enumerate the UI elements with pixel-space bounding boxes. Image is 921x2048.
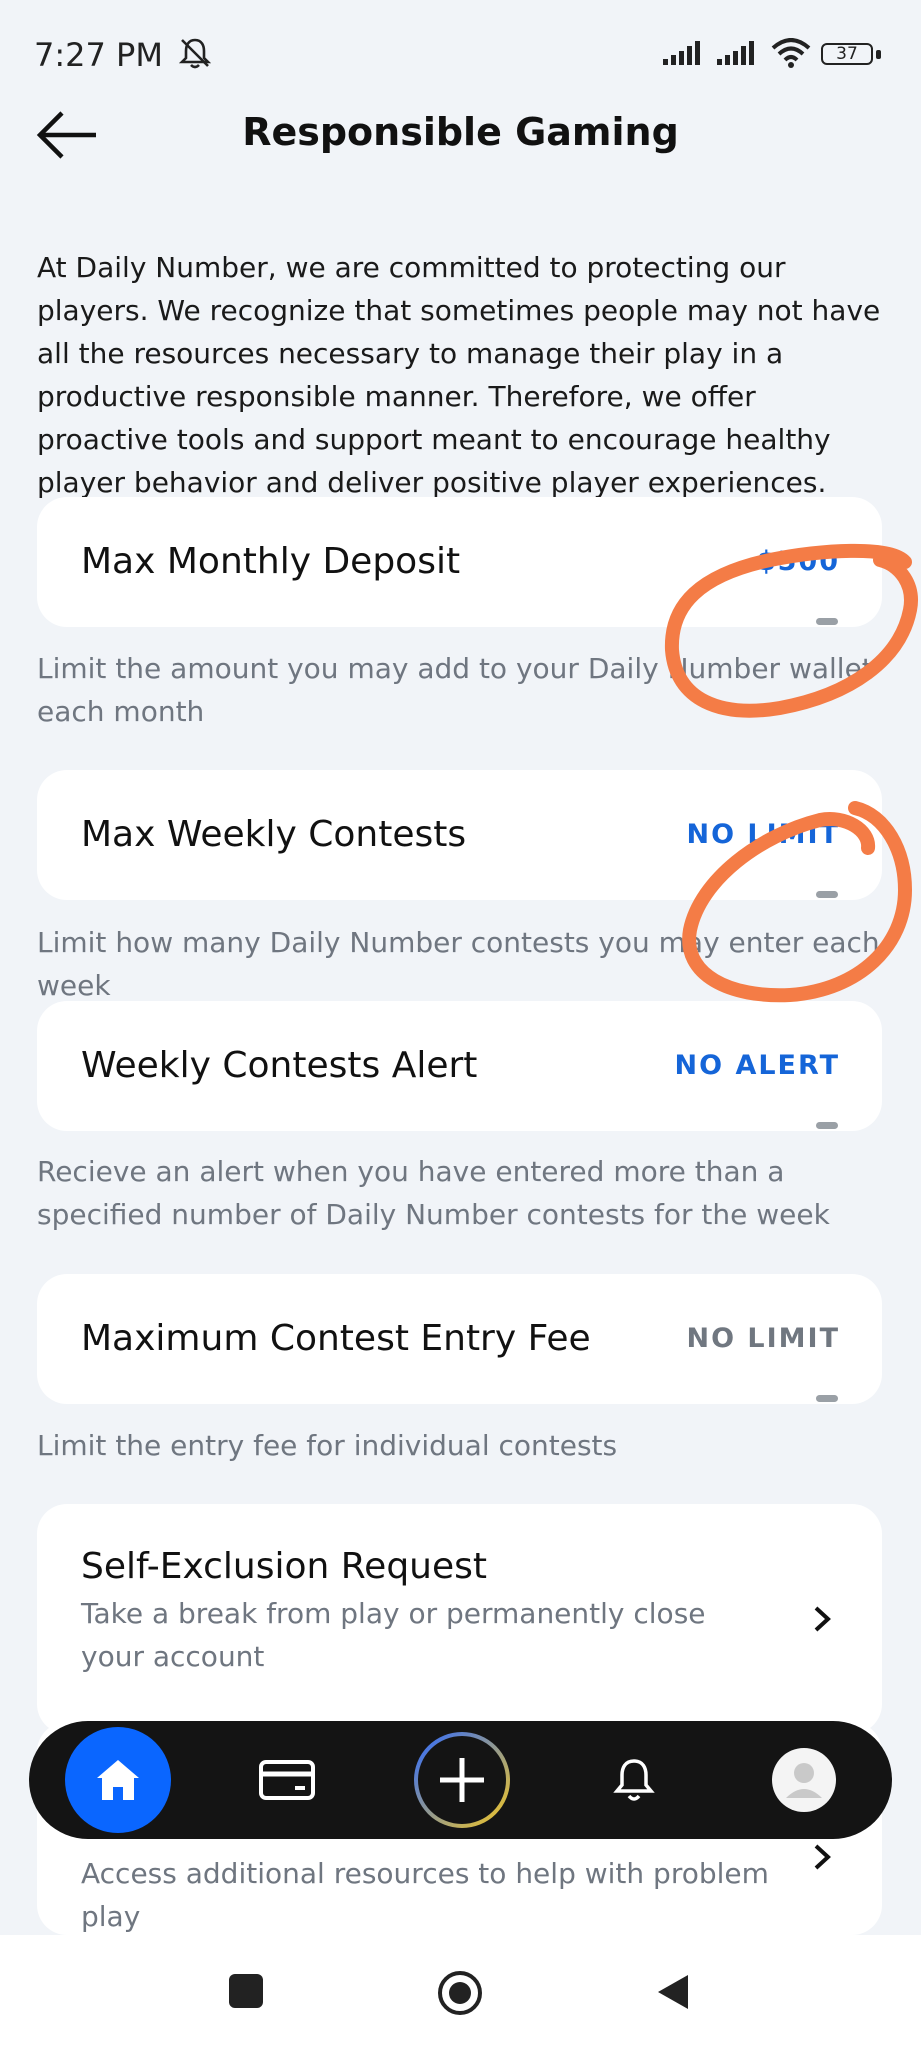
nav-wallet[interactable] <box>239 1732 335 1828</box>
setting-weekly-contests-alert[interactable]: Weekly Contests Alert NO ALERT <box>37 1001 882 1131</box>
page-title: Responsible Gaming <box>242 110 679 154</box>
drag-handle <box>816 891 838 898</box>
setting-value[interactable]: $500 <box>757 497 840 627</box>
setting-description: Limit the entry fee for individual conte… <box>37 1429 618 1462</box>
battery-level: 37 <box>836 44 858 64</box>
setting-max-entry-fee[interactable]: Maximum Contest Entry Fee NO LIMIT <box>37 1274 882 1404</box>
nav-home[interactable] <box>65 1727 171 1833</box>
add-icon <box>414 1732 510 1828</box>
chevron-right-icon <box>814 1844 831 1870</box>
setting-description: Limit the amount you may add to your Dai… <box>37 652 873 728</box>
bell-icon <box>613 1759 655 1801</box>
home-icon <box>97 1760 139 1800</box>
signal-icon <box>663 39 707 71</box>
nav-profile[interactable] <box>756 1732 852 1828</box>
setting-description: Recieve an alert when you have entered m… <box>37 1155 830 1231</box>
system-nav-bar <box>0 1935 921 2048</box>
intro-text: At Daily Number, we are committed to pro… <box>37 251 881 499</box>
chevron-right-icon <box>814 1606 831 1632</box>
setting-value[interactable]: NO LIMIT <box>686 770 840 900</box>
setting-max-weekly-contests[interactable]: Max Weekly Contests NO LIMIT <box>37 770 882 900</box>
resources-subtitle: Access additional resources to help with… <box>81 1857 769 1933</box>
nav-notifications[interactable] <box>586 1732 682 1828</box>
signal-icon-2 <box>717 39 761 71</box>
battery-icon: 37 <box>821 41 881 69</box>
wifi-icon <box>771 38 811 72</box>
nav-add[interactable] <box>412 1730 512 1830</box>
drag-handle <box>816 1122 838 1129</box>
drag-handle <box>816 618 838 625</box>
mute-icon <box>177 36 213 78</box>
back-system-icon[interactable] <box>656 1973 690 2015</box>
setting-label: Max Monthly Deposit <box>81 541 461 582</box>
bottom-nav <box>29 1721 892 1839</box>
status-time-text: 7:27 PM <box>34 36 163 74</box>
setting-value[interactable]: NO ALERT <box>675 1001 841 1131</box>
profile-icon <box>772 1748 836 1812</box>
setting-max-monthly-deposit[interactable]: Max Monthly Deposit $500 <box>37 497 882 627</box>
setting-label: Maximum Contest Entry Fee <box>81 1318 591 1359</box>
setting-value[interactable]: NO LIMIT <box>686 1274 840 1404</box>
setting-label: Max Weekly Contests <box>81 814 467 855</box>
self-exclusion-subtitle: Take a break from play or permanently cl… <box>81 1597 706 1673</box>
setting-description: Limit how many Daily Number contests you… <box>37 926 880 1002</box>
home-system-icon[interactable] <box>437 1970 483 2020</box>
wallet-icon <box>259 1760 315 1800</box>
drag-handle <box>816 1395 838 1402</box>
status-time: 7:27 PM <box>34 36 213 78</box>
self-exclusion-title: Self-Exclusion Request <box>81 1546 488 1587</box>
setting-label: Weekly Contests Alert <box>81 1045 478 1086</box>
self-exclusion-card[interactable]: Self-Exclusion Request Take a break from… <box>37 1504 882 1734</box>
status-icons: 37 <box>663 38 881 72</box>
recents-icon[interactable] <box>229 1974 263 2008</box>
